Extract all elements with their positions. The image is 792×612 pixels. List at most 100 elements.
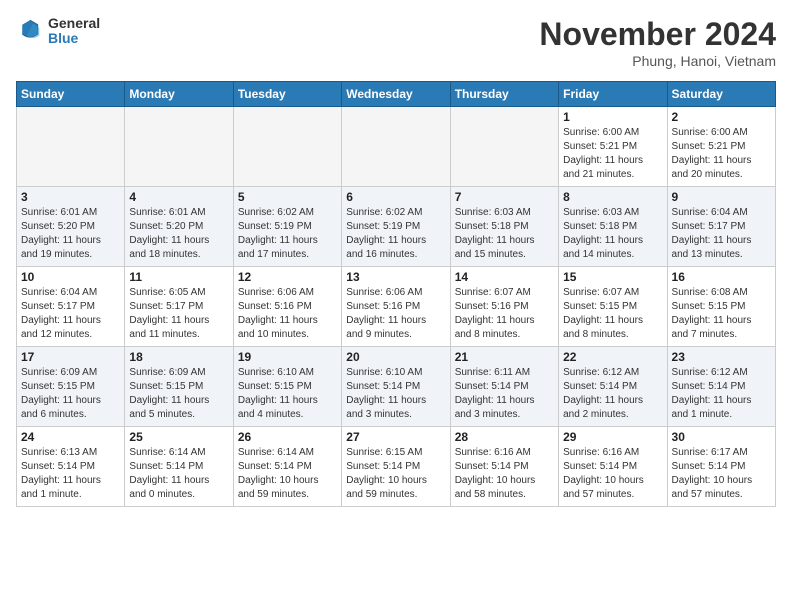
calendar-day-cell bbox=[342, 107, 450, 187]
calendar-week-row: 24 Sunrise: 6:13 AM Sunset: 5:14 PM Dayli… bbox=[17, 427, 776, 507]
calendar-day-cell: 13Sunrise: 6:06 AM Sunset: 5:16 PM Dayli… bbox=[342, 267, 450, 347]
calendar-day-cell: 12Sunrise: 6:06 AM Sunset: 5:16 PM Dayli… bbox=[233, 267, 341, 347]
day-detail: Sunrise: 6:01 AM Sunset: 5:20 PM Dayligh… bbox=[129, 206, 228, 262]
day-number: 20 bbox=[346, 350, 445, 364]
calendar-week-row: 17 Sunrise: 6:09 AM Sunset: 5:15 PM Dayli… bbox=[17, 347, 776, 427]
day-detail: Sunrise: 6:09 AM Sunset: 5:15 PM Dayligh… bbox=[129, 366, 228, 422]
day-detail: Sunrise: 6:03 AM Sunset: 5:18 PM Dayligh… bbox=[455, 206, 554, 262]
day-number: 4 bbox=[129, 190, 228, 204]
weekday-header: Sunday bbox=[17, 82, 125, 107]
day-number: 16 bbox=[672, 270, 771, 284]
day-number: 22 bbox=[563, 350, 662, 364]
day-number: 18 bbox=[129, 350, 228, 364]
calendar-day-cell: 9Sunrise: 6:04 AM Sunset: 5:17 PM Daylig… bbox=[667, 187, 775, 267]
calendar-day-cell: 2 Sunrise: 6:00 AM Sunset: 5:21 PM Daylig… bbox=[667, 107, 775, 187]
day-detail: Sunrise: 6:03 AM Sunset: 5:18 PM Dayligh… bbox=[563, 206, 662, 262]
calendar-day-cell: 5Sunrise: 6:02 AM Sunset: 5:19 PM Daylig… bbox=[233, 187, 341, 267]
day-detail: Sunrise: 6:14 AM Sunset: 5:14 PM Dayligh… bbox=[129, 446, 228, 502]
day-detail: Sunrise: 6:00 AM Sunset: 5:21 PM Dayligh… bbox=[672, 126, 771, 182]
calendar-day-cell bbox=[233, 107, 341, 187]
day-number: 6 bbox=[346, 190, 445, 204]
calendar-day-cell bbox=[125, 107, 233, 187]
weekday-header: Tuesday bbox=[233, 82, 341, 107]
day-detail: Sunrise: 6:15 AM Sunset: 5:14 PM Dayligh… bbox=[346, 446, 445, 502]
day-number: 1 bbox=[563, 110, 662, 124]
calendar-day-cell: 17 Sunrise: 6:09 AM Sunset: 5:15 PM Dayli… bbox=[17, 347, 125, 427]
day-detail: Sunrise: 6:12 AM Sunset: 5:14 PM Dayligh… bbox=[672, 366, 771, 422]
calendar-day-cell: 20 Sunrise: 6:10 AM Sunset: 5:14 PM Dayli… bbox=[342, 347, 450, 427]
day-detail: Sunrise: 6:04 AM Sunset: 5:17 PM Dayligh… bbox=[672, 206, 771, 262]
day-number: 17 bbox=[21, 350, 120, 364]
day-detail: Sunrise: 6:12 AM Sunset: 5:14 PM Dayligh… bbox=[563, 366, 662, 422]
calendar-day-cell: 6 Sunrise: 6:02 AM Sunset: 5:19 PM Daylig… bbox=[342, 187, 450, 267]
weekday-header: Monday bbox=[125, 82, 233, 107]
day-detail: Sunrise: 6:17 AM Sunset: 5:14 PM Dayligh… bbox=[672, 446, 771, 502]
weekday-header: Friday bbox=[559, 82, 667, 107]
calendar-day-cell: 4 Sunrise: 6:01 AM Sunset: 5:20 PM Daylig… bbox=[125, 187, 233, 267]
calendar-day-cell: 19Sunrise: 6:10 AM Sunset: 5:15 PM Dayli… bbox=[233, 347, 341, 427]
calendar-day-cell: 1 Sunrise: 6:00 AM Sunset: 5:21 PM Daylig… bbox=[559, 107, 667, 187]
calendar-day-cell: 7 Sunrise: 6:03 AM Sunset: 5:18 PM Daylig… bbox=[450, 187, 558, 267]
month-title: November 2024 bbox=[539, 16, 776, 53]
calendar-day-cell: 21 Sunrise: 6:11 AM Sunset: 5:14 PM Dayli… bbox=[450, 347, 558, 427]
weekday-header: Wednesday bbox=[342, 82, 450, 107]
page-header: General Blue November 2024 Phung, Hanoi,… bbox=[16, 16, 776, 69]
day-detail: Sunrise: 6:07 AM Sunset: 5:16 PM Dayligh… bbox=[455, 286, 554, 342]
day-detail: Sunrise: 6:13 AM Sunset: 5:14 PM Dayligh… bbox=[21, 446, 120, 502]
day-number: 15 bbox=[563, 270, 662, 284]
day-number: 7 bbox=[455, 190, 554, 204]
day-number: 11 bbox=[129, 270, 228, 284]
day-detail: Sunrise: 6:07 AM Sunset: 5:15 PM Dayligh… bbox=[563, 286, 662, 342]
calendar-day-cell: 26Sunrise: 6:14 AM Sunset: 5:14 PM Dayli… bbox=[233, 427, 341, 507]
calendar-day-cell: 22 Sunrise: 6:12 AM Sunset: 5:14 PM Dayli… bbox=[559, 347, 667, 427]
day-detail: Sunrise: 6:16 AM Sunset: 5:14 PM Dayligh… bbox=[563, 446, 662, 502]
calendar-day-cell: 16 Sunrise: 6:08 AM Sunset: 5:15 PM Dayli… bbox=[667, 267, 775, 347]
day-detail: Sunrise: 6:16 AM Sunset: 5:14 PM Dayligh… bbox=[455, 446, 554, 502]
day-detail: Sunrise: 6:00 AM Sunset: 5:21 PM Dayligh… bbox=[563, 126, 662, 182]
day-number: 14 bbox=[455, 270, 554, 284]
logo-icon bbox=[16, 17, 44, 45]
day-number: 19 bbox=[238, 350, 337, 364]
calendar-day-cell: 28Sunrise: 6:16 AM Sunset: 5:14 PM Dayli… bbox=[450, 427, 558, 507]
day-detail: Sunrise: 6:10 AM Sunset: 5:14 PM Dayligh… bbox=[346, 366, 445, 422]
day-detail: Sunrise: 6:02 AM Sunset: 5:19 PM Dayligh… bbox=[346, 206, 445, 262]
day-number: 2 bbox=[672, 110, 771, 124]
day-number: 3 bbox=[21, 190, 120, 204]
day-number: 25 bbox=[129, 430, 228, 444]
location: Phung, Hanoi, Vietnam bbox=[539, 53, 776, 69]
day-number: 10 bbox=[21, 270, 120, 284]
weekday-header: Thursday bbox=[450, 82, 558, 107]
day-number: 23 bbox=[672, 350, 771, 364]
calendar-table: SundayMondayTuesdayWednesdayThursdayFrid… bbox=[16, 81, 776, 507]
day-detail: Sunrise: 6:01 AM Sunset: 5:20 PM Dayligh… bbox=[21, 206, 120, 262]
calendar-day-cell: 25 Sunrise: 6:14 AM Sunset: 5:14 PM Dayli… bbox=[125, 427, 233, 507]
calendar-week-row: 1 Sunrise: 6:00 AM Sunset: 5:21 PM Daylig… bbox=[17, 107, 776, 187]
day-number: 5 bbox=[238, 190, 337, 204]
day-detail: Sunrise: 6:09 AM Sunset: 5:15 PM Dayligh… bbox=[21, 366, 120, 422]
day-number: 12 bbox=[238, 270, 337, 284]
day-number: 21 bbox=[455, 350, 554, 364]
day-number: 26 bbox=[238, 430, 337, 444]
calendar-day-cell: 15 Sunrise: 6:07 AM Sunset: 5:15 PM Dayli… bbox=[559, 267, 667, 347]
logo-text: General Blue bbox=[48, 16, 100, 47]
calendar-day-cell: 18 Sunrise: 6:09 AM Sunset: 5:15 PM Dayli… bbox=[125, 347, 233, 427]
day-number: 30 bbox=[672, 430, 771, 444]
calendar-day-cell: 8 Sunrise: 6:03 AM Sunset: 5:18 PM Daylig… bbox=[559, 187, 667, 267]
calendar-day-cell: 10 Sunrise: 6:04 AM Sunset: 5:17 PM Dayli… bbox=[17, 267, 125, 347]
day-detail: Sunrise: 6:04 AM Sunset: 5:17 PM Dayligh… bbox=[21, 286, 120, 342]
day-number: 29 bbox=[563, 430, 662, 444]
calendar-header-row: SundayMondayTuesdayWednesdayThursdayFrid… bbox=[17, 82, 776, 107]
weekday-header: Saturday bbox=[667, 82, 775, 107]
day-detail: Sunrise: 6:08 AM Sunset: 5:15 PM Dayligh… bbox=[672, 286, 771, 342]
calendar-day-cell: 23 Sunrise: 6:12 AM Sunset: 5:14 PM Dayli… bbox=[667, 347, 775, 427]
logo-general-text: General bbox=[48, 16, 100, 31]
logo-blue-text: Blue bbox=[48, 31, 100, 46]
calendar-week-row: 10 Sunrise: 6:04 AM Sunset: 5:17 PM Dayli… bbox=[17, 267, 776, 347]
calendar-day-cell: 30 Sunrise: 6:17 AM Sunset: 5:14 PM Dayli… bbox=[667, 427, 775, 507]
day-number: 24 bbox=[21, 430, 120, 444]
day-number: 8 bbox=[563, 190, 662, 204]
day-detail: Sunrise: 6:06 AM Sunset: 5:16 PM Dayligh… bbox=[346, 286, 445, 342]
calendar-day-cell: 27Sunrise: 6:15 AM Sunset: 5:14 PM Dayli… bbox=[342, 427, 450, 507]
day-detail: Sunrise: 6:11 AM Sunset: 5:14 PM Dayligh… bbox=[455, 366, 554, 422]
calendar-day-cell: 3 Sunrise: 6:01 AM Sunset: 5:20 PM Daylig… bbox=[17, 187, 125, 267]
